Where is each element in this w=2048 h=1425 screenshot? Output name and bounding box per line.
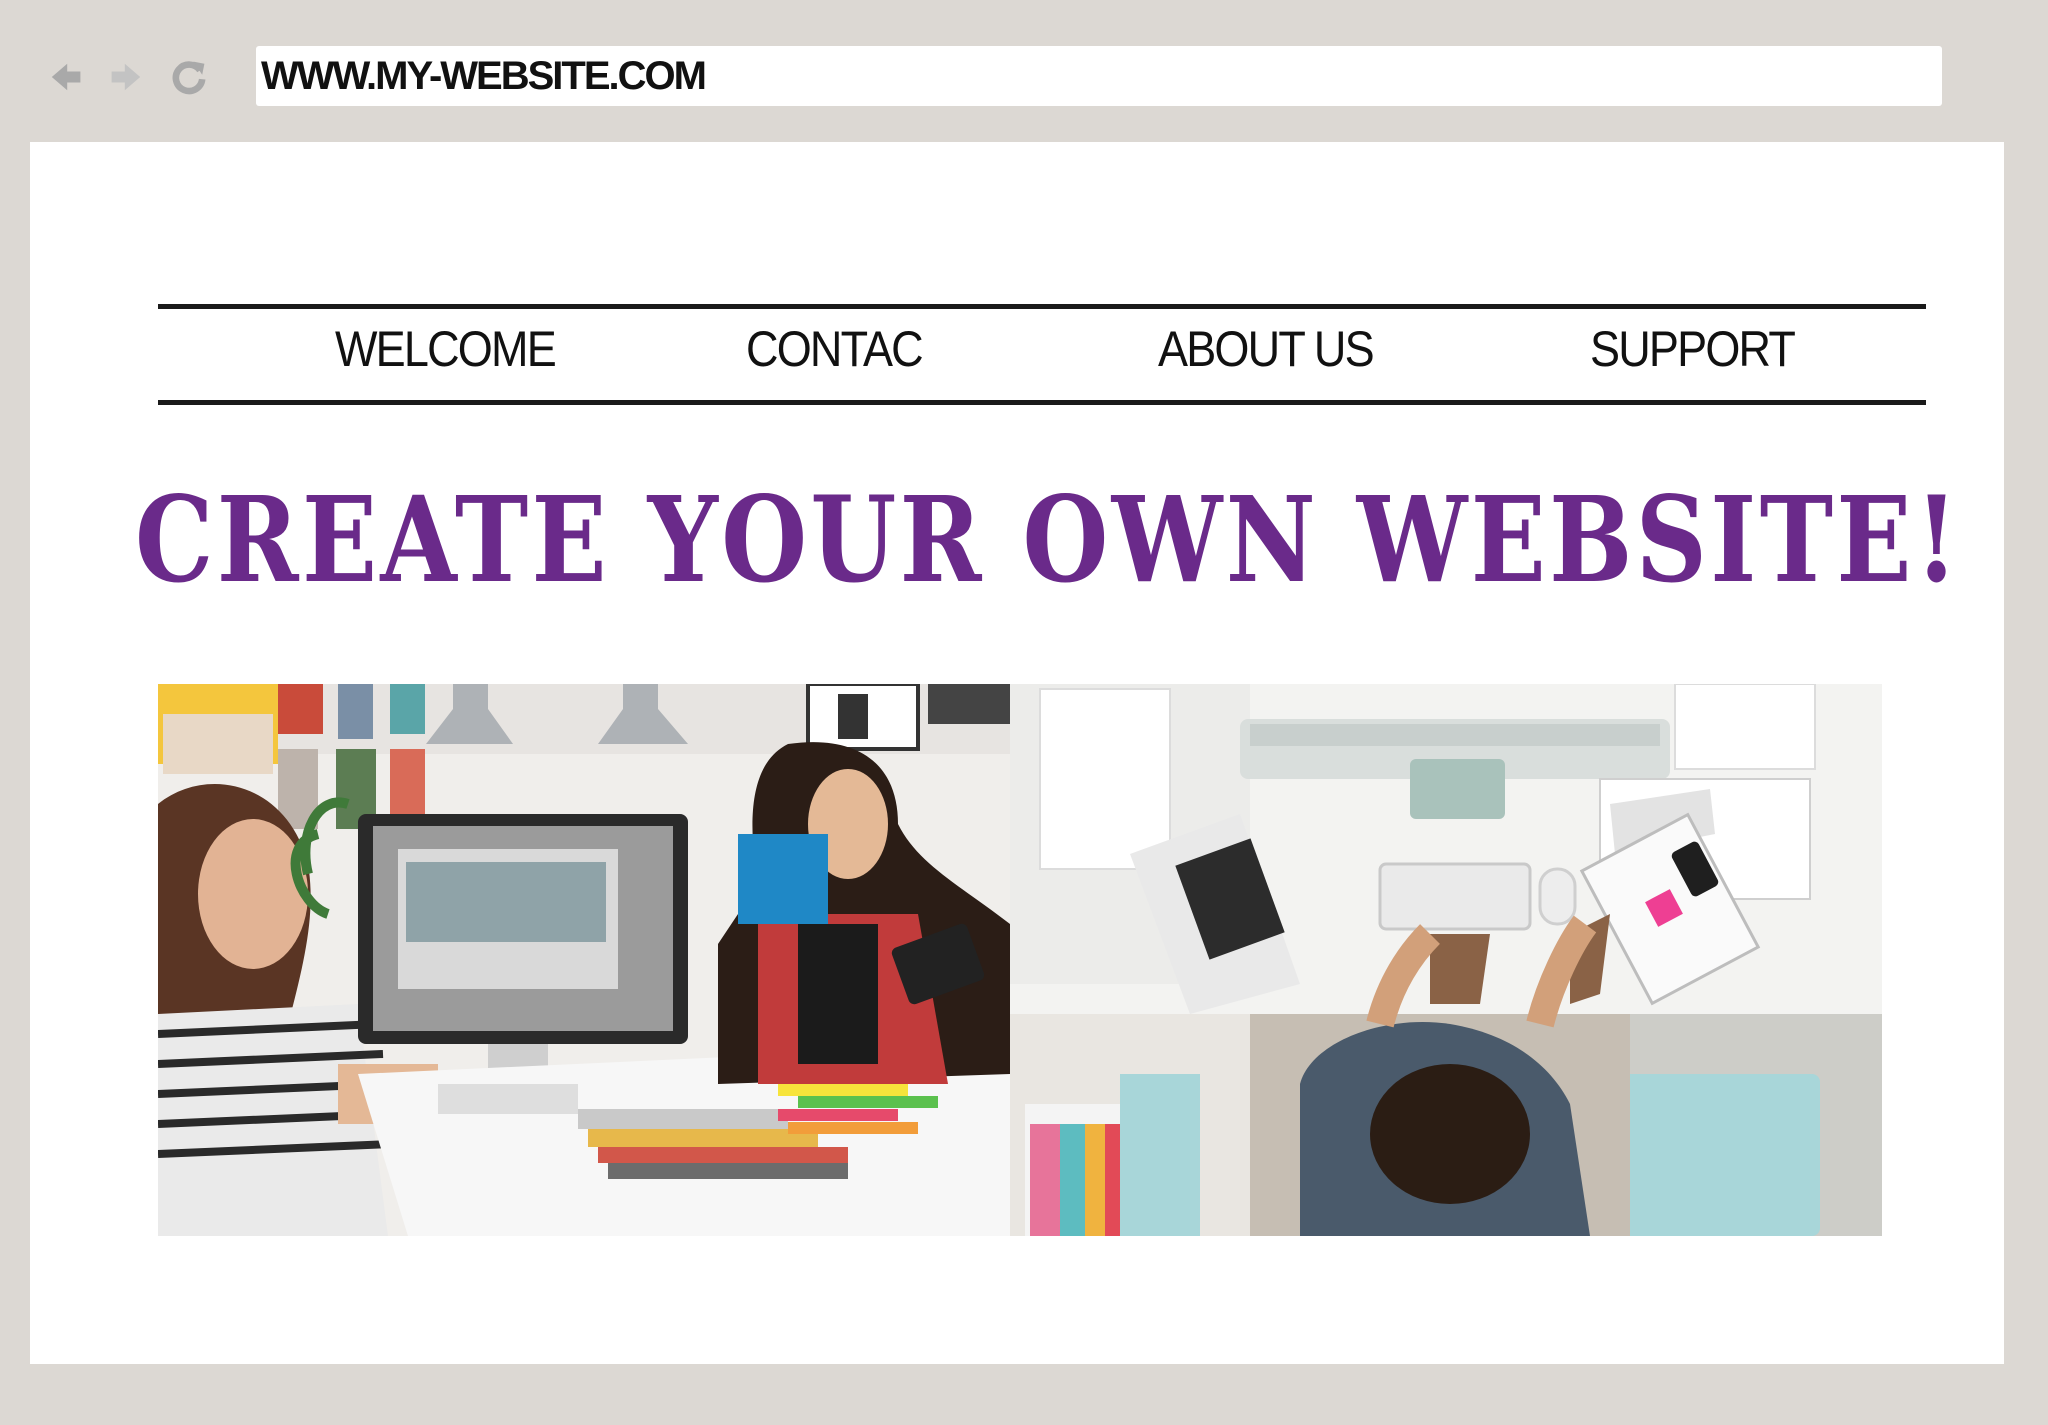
browser-nav-buttons: [40, 52, 220, 102]
nav-divider-bottom: [158, 400, 1926, 405]
address-bar[interactable]: WWW.MY-WEBSITE.COM: [256, 46, 1942, 106]
nav-contact[interactable]: CONTAC: [746, 320, 924, 378]
top-down-desk-photo: [1010, 684, 1882, 1236]
url-text: WWW.MY-WEBSITE.COM: [261, 54, 707, 98]
nav-welcome[interactable]: WELCOME: [335, 320, 557, 378]
designers-office-photo: [158, 684, 1010, 1236]
nav-about-us[interactable]: ABOUT US: [1158, 320, 1375, 378]
nav-divider-top: [158, 304, 1926, 309]
page-viewport: WELCOME CONTAC ABOUT US SUPPORT CREATE Y…: [30, 142, 2004, 1364]
nav-support[interactable]: SUPPORT: [1590, 320, 1796, 378]
reload-icon[interactable]: [164, 52, 214, 102]
hero-headline: CREATE YOUR OWN WEBSITE!: [135, 470, 1962, 609]
back-arrow-icon[interactable]: [40, 52, 90, 102]
forward-arrow-icon[interactable]: [102, 52, 152, 102]
